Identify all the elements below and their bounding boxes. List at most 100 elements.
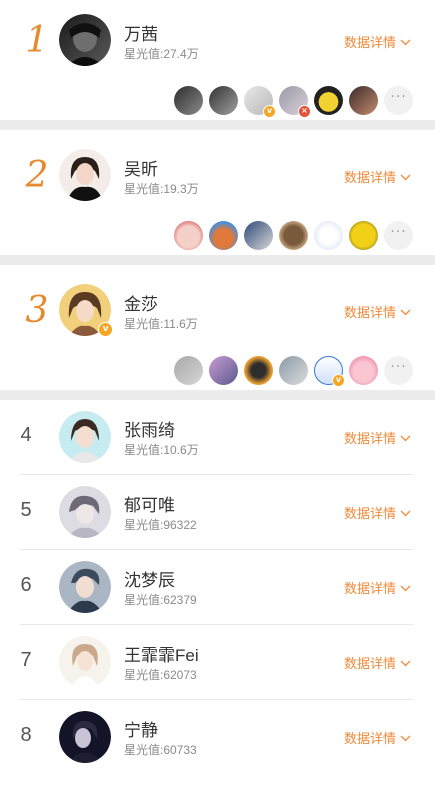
verified-v-icon: v xyxy=(263,105,276,118)
avatar-photo-icon xyxy=(59,486,111,538)
star-avatar[interactable]: v xyxy=(59,284,113,337)
data-detail-link[interactable]: 数据详情 xyxy=(344,32,411,51)
detail-label: 数据详情 xyxy=(343,35,396,50)
fan-avatar[interactable]: v xyxy=(314,356,345,387)
chevron-down-icon xyxy=(400,169,411,184)
avatar-photo-icon xyxy=(59,411,111,463)
star-name[interactable]: 王霏霏Fei xyxy=(124,641,199,666)
rank-number: 3 xyxy=(25,290,49,331)
fan-avatar[interactable] xyxy=(314,86,343,115)
more-dots-icon[interactable]: ··· xyxy=(384,356,413,385)
fan-avatar[interactable] xyxy=(174,221,203,250)
fan-avatar[interactable] xyxy=(279,356,308,385)
more-dots-icon[interactable]: ··· xyxy=(384,221,413,250)
ranking-card-2[interactable]: 2 吴昕 星光值:19.3万 数据详情 ··· xyxy=(0,130,435,255)
verified-v-icon: v xyxy=(332,374,345,387)
detail-label: 数据详情 xyxy=(343,431,396,446)
fan-avatar[interactable] xyxy=(174,356,203,385)
star-score: 星光值:10.6万 xyxy=(124,443,199,457)
fan-avatars: v ··· xyxy=(174,356,413,387)
star-name[interactable]: 万茜 xyxy=(124,20,158,45)
rank-number: 1 xyxy=(25,20,49,61)
star-score: 星光值:96322 xyxy=(124,518,197,532)
star-score: 星光值:11.6万 xyxy=(124,317,198,331)
badge-red-icon: × xyxy=(298,105,311,118)
data-detail-link[interactable]: 数据详情 xyxy=(344,728,411,747)
ranking-row-4[interactable]: 4 张雨绮 星光值:10.6万 数据详情 xyxy=(0,400,435,475)
fan-avatar[interactable] xyxy=(349,356,378,385)
ranking-row-8[interactable]: 8 宁静 星光值:60733 数据详情 xyxy=(0,700,435,775)
more-dots-icon[interactable]: ··· xyxy=(384,86,413,115)
fan-avatar[interactable] xyxy=(209,86,238,115)
fan-avatar[interactable]: × xyxy=(279,86,311,118)
detail-label: 数据详情 xyxy=(343,581,396,596)
star-avatar[interactable] xyxy=(59,149,111,201)
detail-label: 数据详情 xyxy=(343,305,396,320)
chevron-down-icon xyxy=(400,655,411,670)
star-avatar[interactable] xyxy=(59,636,111,688)
fan-avatar[interactable] xyxy=(314,221,343,250)
fan-avatar[interactable] xyxy=(349,86,378,115)
fan-avatars: v × ··· xyxy=(174,86,413,118)
ranking-row-6[interactable]: 6 沈梦辰 星光值:62379 数据详情 xyxy=(0,550,435,625)
ranking-card-1[interactable]: 1 万茜 星光值:27.4万 数据详情 v × ··· xyxy=(0,0,435,120)
section-divider xyxy=(0,390,435,400)
data-detail-link[interactable]: 数据详情 xyxy=(344,578,411,597)
star-name[interactable]: 郁可唯 xyxy=(124,491,175,516)
fan-avatar[interactable] xyxy=(244,221,273,250)
data-detail-link[interactable]: 数据详情 xyxy=(344,428,411,447)
chevron-down-icon xyxy=(400,34,411,49)
star-avatar[interactable] xyxy=(59,14,111,66)
rank-number: 7 xyxy=(20,649,32,671)
data-detail-link[interactable]: 数据详情 xyxy=(344,167,411,186)
data-detail-link[interactable]: 数据详情 xyxy=(344,653,411,672)
fan-avatar[interactable] xyxy=(244,356,273,385)
fan-avatar[interactable]: v xyxy=(244,86,276,118)
verified-v-icon: v xyxy=(98,322,113,337)
rank-number: 6 xyxy=(20,574,32,596)
ranking-card-3[interactable]: 3 v 金莎 星光值:11.6万 数据详情 v ··· xyxy=(0,265,435,390)
detail-label: 数据详情 xyxy=(343,731,396,746)
star-avatar[interactable] xyxy=(59,411,111,463)
star-score: 星光值:60733 xyxy=(124,743,197,757)
detail-label: 数据详情 xyxy=(343,170,396,185)
rank-number: 2 xyxy=(25,155,49,196)
star-avatar[interactable] xyxy=(59,561,111,613)
fan-avatar[interactable] xyxy=(209,356,238,385)
ranking-row-5[interactable]: 5 郁可唯 星光值:96322 数据详情 xyxy=(0,475,435,550)
detail-label: 数据详情 xyxy=(343,506,396,521)
star-score: 星光值:62379 xyxy=(124,593,197,607)
section-divider xyxy=(0,120,435,130)
chevron-down-icon xyxy=(400,430,411,445)
avatar-photo-icon xyxy=(59,14,111,66)
detail-label: 数据详情 xyxy=(343,656,396,671)
section-divider xyxy=(0,255,435,265)
data-detail-link[interactable]: 数据详情 xyxy=(344,302,411,321)
star-avatar[interactable] xyxy=(59,711,111,763)
star-avatar[interactable] xyxy=(59,486,111,538)
star-name[interactable]: 沈梦辰 xyxy=(124,566,175,591)
star-score: 星光值:19.3万 xyxy=(124,182,199,196)
avatar-photo-icon xyxy=(59,149,111,201)
fan-avatar[interactable] xyxy=(209,221,238,250)
star-name[interactable]: 张雨绮 xyxy=(124,416,175,441)
chevron-down-icon xyxy=(400,505,411,520)
star-score: 星光值:62073 xyxy=(124,668,197,682)
star-name[interactable]: 金莎 xyxy=(124,290,158,315)
star-name[interactable]: 吴昕 xyxy=(124,155,158,180)
fan-avatar[interactable] xyxy=(279,221,308,250)
chevron-down-icon xyxy=(400,730,411,745)
avatar-photo-icon xyxy=(59,711,111,763)
rank-number: 8 xyxy=(20,724,32,746)
chevron-down-icon xyxy=(400,304,411,319)
fan-avatar[interactable] xyxy=(174,86,203,115)
data-detail-link[interactable]: 数据详情 xyxy=(344,503,411,522)
fan-avatars: ··· xyxy=(174,221,413,251)
fan-avatar[interactable] xyxy=(349,221,378,250)
rank-number: 5 xyxy=(20,499,32,521)
star-name[interactable]: 宁静 xyxy=(124,716,158,741)
ranking-row-7[interactable]: 7 王霏霏Fei 星光值:62073 数据详情 xyxy=(0,625,435,700)
avatar-photo-icon xyxy=(59,561,111,613)
star-score: 星光值:27.4万 xyxy=(124,47,199,61)
avatar-photo-icon xyxy=(59,636,111,688)
